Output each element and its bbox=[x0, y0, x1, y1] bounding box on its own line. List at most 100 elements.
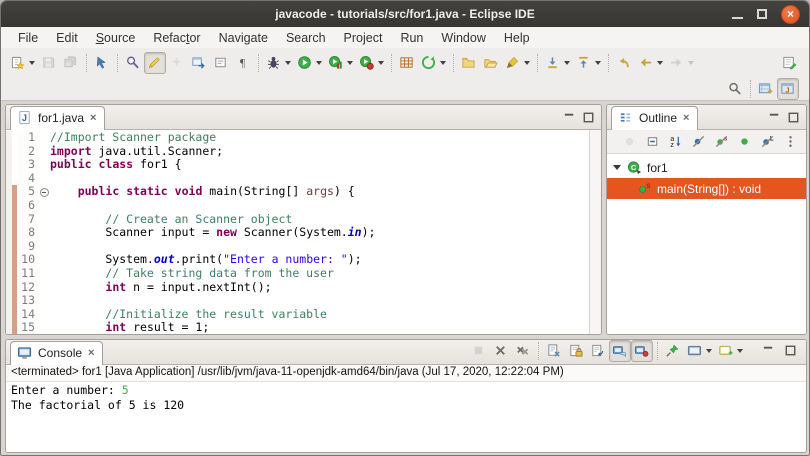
maximize-outline-button[interactable] bbox=[785, 109, 801, 125]
minimize-editor-button[interactable] bbox=[561, 109, 577, 125]
show-on-stderr-button[interactable] bbox=[631, 340, 653, 362]
search-button[interactable] bbox=[122, 52, 144, 74]
forward-button[interactable] bbox=[666, 52, 697, 74]
menu-item-search[interactable]: Search bbox=[277, 29, 335, 47]
dropdown-arrow-icon bbox=[378, 60, 384, 65]
pin-console-button[interactable] bbox=[662, 340, 684, 362]
code-area[interactable]: 1 //Import Scanner package 2 import java.ut… bbox=[6, 130, 589, 334]
secondary-toolbar: J bbox=[1, 77, 809, 101]
scroll-lock-button[interactable] bbox=[565, 340, 587, 362]
previous-annotation-button[interactable] bbox=[573, 52, 604, 74]
fold-marker bbox=[38, 321, 50, 334]
tab-close-icon[interactable]: × bbox=[88, 347, 94, 359]
toolbar-separator bbox=[391, 53, 392, 72]
display-console-button[interactable] bbox=[684, 340, 715, 362]
maximize-editor-button[interactable] bbox=[580, 109, 596, 125]
fold-marker[interactable] bbox=[38, 185, 50, 199]
forward-icon bbox=[669, 55, 685, 71]
open-perspective-button[interactable] bbox=[755, 78, 777, 100]
hide-local-types-button[interactable]: L bbox=[757, 131, 779, 153]
menu-item-run[interactable]: Run bbox=[391, 29, 432, 47]
format-brush-button[interactable] bbox=[502, 52, 533, 74]
next-annotation-button[interactable] bbox=[542, 52, 573, 74]
coverage-button[interactable] bbox=[325, 52, 356, 74]
expand-arrow-icon[interactable] bbox=[613, 165, 621, 170]
update-refresh-button[interactable] bbox=[418, 52, 449, 74]
open-type-button[interactable] bbox=[188, 52, 210, 74]
java-perspective-button[interactable]: J bbox=[777, 77, 799, 100]
remove-all-launches-button[interactable] bbox=[512, 340, 534, 362]
new-button[interactable] bbox=[7, 52, 38, 74]
maximize-window-button[interactable] bbox=[757, 9, 767, 19]
clear-console-button[interactable] bbox=[543, 340, 565, 362]
menu-item-refactor[interactable]: Refactor bbox=[144, 29, 209, 47]
run-button[interactable] bbox=[294, 52, 325, 74]
menu-item-file[interactable]: File bbox=[9, 29, 47, 47]
outline-node-for1[interactable]: Cfor1 bbox=[607, 157, 806, 178]
show-on-stderr-icon bbox=[634, 343, 650, 359]
format-brush-icon bbox=[505, 55, 521, 71]
menu-item-window[interactable]: Window bbox=[432, 29, 494, 47]
menu-item-project[interactable]: Project bbox=[335, 29, 392, 47]
word-wrap-button[interactable] bbox=[587, 340, 609, 362]
debug-button[interactable] bbox=[263, 52, 294, 74]
search-quick-button[interactable] bbox=[724, 78, 746, 100]
block-selection-button[interactable] bbox=[210, 52, 232, 74]
open-folder-button[interactable] bbox=[458, 52, 480, 74]
open-folder-alt-button[interactable] bbox=[480, 52, 502, 74]
tab-for1-java[interactable]: J for1.java × bbox=[10, 106, 106, 130]
hide-non-public-button[interactable] bbox=[734, 131, 756, 153]
mark-occurrences-button[interactable] bbox=[144, 51, 166, 74]
collapse-all-button[interactable] bbox=[642, 131, 664, 153]
line-number: 8 bbox=[17, 226, 38, 240]
outline-node-main-string-void[interactable]: Smain(String[]) : void bbox=[607, 178, 806, 199]
maximize-panel-button[interactable] bbox=[780, 340, 802, 362]
method-static-icon: S bbox=[637, 181, 653, 197]
open-console-button[interactable] bbox=[715, 340, 746, 362]
save-button[interactable] bbox=[38, 52, 60, 74]
line-number: 5 bbox=[17, 185, 38, 199]
toolbar-separator bbox=[258, 53, 259, 72]
minimize-outline-button[interactable] bbox=[766, 109, 782, 125]
remove-launch-button[interactable] bbox=[490, 340, 512, 362]
open-console-icon bbox=[718, 343, 734, 359]
tab-outline[interactable]: Outline × bbox=[611, 106, 699, 130]
console-output[interactable]: Enter a number: 5 The factorial of 5 is 1… bbox=[6, 382, 806, 452]
back-button[interactable] bbox=[635, 52, 666, 74]
overview-ruler[interactable] bbox=[589, 130, 601, 334]
new-icon bbox=[10, 55, 26, 71]
save-all-button[interactable] bbox=[60, 52, 82, 74]
last-edit-location-button[interactable] bbox=[613, 52, 635, 74]
menu-item-source[interactable]: Source bbox=[87, 29, 145, 47]
menu-item-help[interactable]: Help bbox=[495, 29, 539, 47]
tab-close-icon[interactable]: × bbox=[683, 112, 689, 124]
search-quick-icon bbox=[727, 81, 743, 97]
minimize-panel-button[interactable] bbox=[758, 340, 780, 362]
focus-button[interactable] bbox=[619, 131, 641, 153]
close-window-button[interactable]: × bbox=[781, 4, 800, 24]
console-tabbar: Console × bbox=[6, 340, 806, 365]
link-with-editor-button[interactable] bbox=[91, 52, 113, 74]
menu-item-edit[interactable]: Edit bbox=[47, 29, 87, 47]
show-on-stdout-button[interactable] bbox=[609, 340, 631, 362]
show-whitespace-button[interactable]: ¶ bbox=[232, 52, 254, 74]
fold-marker bbox=[38, 213, 50, 227]
new-editor-window-button[interactable] bbox=[779, 52, 801, 74]
menu-item-navigate[interactable]: Navigate bbox=[210, 29, 277, 47]
sort-button[interactable]: az bbox=[665, 131, 687, 153]
minimize-window-button[interactable] bbox=[732, 10, 743, 19]
fold-marker bbox=[38, 253, 50, 267]
code-line: 6 bbox=[6, 198, 589, 213]
tab-close-icon[interactable]: × bbox=[90, 112, 96, 124]
remove-all-launches-icon bbox=[515, 343, 531, 359]
table-grid-button[interactable] bbox=[396, 52, 418, 74]
code-line: 8 Scanner input = new Scanner(System.in)… bbox=[6, 225, 589, 240]
sparkle-button[interactable] bbox=[166, 52, 188, 74]
terminate-button[interactable] bbox=[468, 340, 490, 362]
view-menu-button[interactable] bbox=[780, 131, 802, 153]
line-number: 13 bbox=[17, 294, 38, 308]
hide-static-members-button[interactable]: s bbox=[711, 131, 733, 153]
profile-button[interactable] bbox=[356, 52, 387, 74]
tab-console[interactable]: Console × bbox=[10, 341, 104, 365]
hide-fields-button[interactable] bbox=[688, 131, 710, 153]
